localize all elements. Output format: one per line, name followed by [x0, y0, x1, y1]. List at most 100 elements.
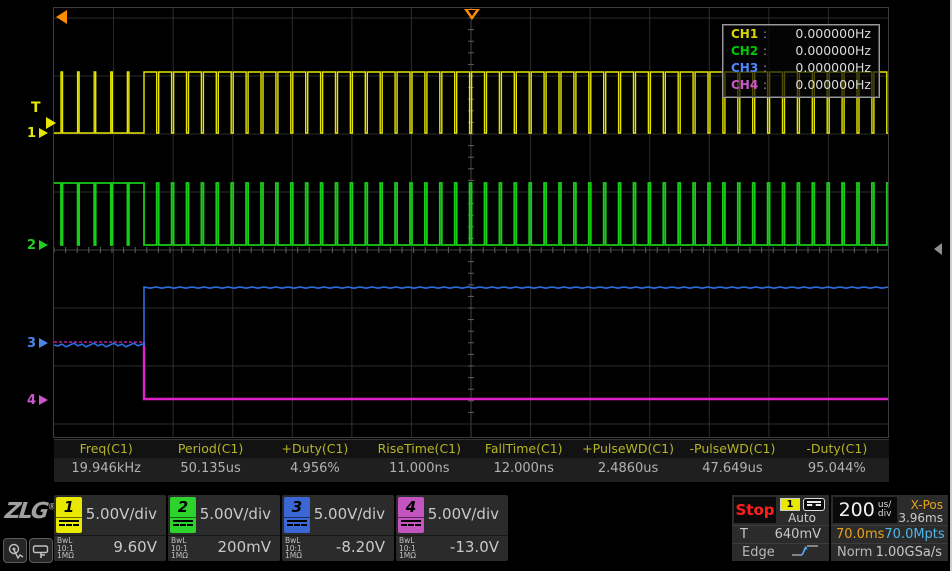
hand-on-pad-icon — [32, 542, 50, 560]
measurement-label-row: Freq(C1) Period(C1) +Duty(C1) RiseTime(C… — [54, 439, 889, 458]
channel-4-offset: -13.0V — [450, 538, 499, 556]
dc-coupling-icon — [284, 517, 310, 533]
arrow-right-icon — [39, 338, 48, 348]
xpos-label: X-Pos — [911, 498, 943, 512]
trigger-type-label: Edge — [742, 545, 775, 560]
channel-2-probe-info: BwL10:11MΩ — [171, 537, 188, 560]
timebase-scale-unit: us/div — [878, 501, 892, 519]
meter-ch1-value: 0.000000Hz — [795, 26, 871, 41]
oscilloscope-screen: T 1 2 3 4 CH1 : 0.000000Hz CH2 : 0.00000… — [0, 0, 952, 571]
measurement-value-falltime: 12.000ns — [472, 458, 576, 482]
xpos-value[interactable]: 3.96ms — [898, 511, 943, 525]
timebase-scale-box[interactable]: 200 us/div — [833, 497, 897, 523]
meter-ch2-value: 0.000000Hz — [795, 43, 871, 58]
meter-row-ch1: CH1 : 0.000000Hz — [723, 25, 879, 42]
meter-ch3-label: CH3 — [731, 61, 763, 75]
run-stop-indicator[interactable]: Stop — [734, 497, 776, 523]
timebase-panel[interactable]: 200 us/div X-Pos 3.96ms 70.0ms 70.0Mpts … — [831, 495, 948, 561]
channel-2-marker[interactable]: 2 — [27, 237, 48, 253]
measurement-slot-nduty[interactable]: -Duty(C1) — [785, 440, 889, 458]
channel-3-offset: -8.20V — [336, 538, 385, 556]
channel-3-scale: 5.00V/div — [314, 505, 385, 523]
measurement-slot-falltime[interactable]: FallTime(C1) — [472, 440, 576, 458]
trigger-type-row[interactable]: Edge — [732, 543, 829, 561]
channel-3-badge[interactable]: 3 — [284, 497, 310, 533]
meter-row-ch4: CH4 : 0.000000Hz — [723, 76, 879, 93]
measurement-value-ppulsewd: 2.4860us — [576, 458, 680, 482]
measurement-value-npulsewd: 47.649us — [680, 458, 784, 482]
trigger-mode[interactable]: Auto — [779, 511, 825, 525]
meter-ch4-label: CH4 — [731, 78, 763, 92]
channel-4-marker[interactable]: 4 — [27, 392, 48, 408]
channel-2-scale: 5.00V/div — [200, 505, 271, 523]
meter-row-ch2: CH2 : 0.000000Hz — [723, 42, 879, 59]
channel-1-number: 1 — [56, 497, 82, 517]
frequency-meter-box[interactable]: CH1 : 0.000000Hz CH2 : 0.000000Hz CH3 : … — [722, 24, 880, 98]
trigger-panel[interactable]: Stop 1 Auto T 640mV Edge — [732, 495, 829, 561]
channel-2-panel[interactable]: 2 5.00V/div BwL10:11MΩ 200mV — [168, 495, 280, 561]
channel-1-probe-info: BwL10:11MΩ — [57, 537, 74, 560]
trigger-level-value: 640mV — [775, 527, 821, 542]
measurement-slot-risetime[interactable]: RiseTime(C1) — [367, 440, 471, 458]
meter-ch1-label: CH1 — [731, 27, 763, 41]
dc-coupling-icon — [170, 517, 196, 533]
channel-3-panel[interactable]: 3 5.00V/div BwL10:11MΩ -8.20V — [282, 495, 394, 561]
channel-4-marker-label: 4 — [27, 393, 36, 408]
measurement-slot-npulsewd[interactable]: -PulseWD(C1) — [680, 440, 784, 458]
trigger-level-label: T — [31, 100, 41, 116]
brand-logo: ZLG® — [4, 499, 58, 524]
acquisition-row[interactable]: Norm 1.00GSa/s — [831, 543, 948, 561]
meter-separator: : — [763, 44, 767, 58]
measurement-value-pduty: 4.956% — [263, 458, 367, 482]
measurement-slot-ppulsewd[interactable]: +PulseWD(C1) — [576, 440, 680, 458]
measurement-slot-freq[interactable]: Freq(C1) — [54, 440, 158, 458]
channel-3-marker[interactable]: 3 — [27, 335, 48, 351]
channel-3-marker-label: 3 — [27, 336, 36, 351]
channel-4-panel[interactable]: 4 5.00V/div BwL10:11MΩ -13.0V — [396, 495, 508, 561]
meter-ch2-label: CH2 — [731, 44, 763, 58]
record-time: 70.0ms — [836, 527, 884, 542]
meter-separator: : — [763, 78, 767, 92]
trigger-coupling-icon[interactable] — [803, 498, 825, 511]
meter-separator: : — [763, 61, 767, 75]
measurement-slot-period[interactable]: Period(C1) — [158, 440, 262, 458]
trigger-position-marker[interactable] — [464, 9, 480, 20]
channel-4-number: 4 — [398, 497, 424, 517]
channel-1-marker[interactable]: 1 — [27, 125, 48, 141]
record-row[interactable]: 70.0ms 70.0Mpts — [831, 525, 948, 543]
channel-1-badge[interactable]: 1 — [56, 497, 82, 533]
channel-2-marker-label: 2 — [27, 238, 36, 253]
meter-ch3-value: 0.000000Hz — [795, 60, 871, 75]
record-points: 70.0Mpts — [884, 527, 944, 542]
trigger-corner-icon — [56, 10, 67, 24]
arrow-right-icon — [39, 128, 48, 138]
channel-3-probe-info: BwL10:11MΩ — [285, 537, 302, 560]
brand-name: ZLG — [4, 499, 49, 524]
channel-1-panel[interactable]: 1 5.00V/div BwL10:11MΩ 9.60V — [54, 495, 166, 561]
dc-coupling-icon — [398, 517, 424, 533]
side-menu-handle-icon[interactable] — [934, 243, 942, 255]
acquisition-mode: Norm — [837, 545, 872, 560]
edge-rising-icon — [791, 544, 819, 561]
timebase-scale-value: 200 — [839, 499, 875, 521]
touch-gesture-button[interactable] — [3, 538, 27, 563]
tap-icon — [6, 542, 24, 560]
measurement-slot-pduty[interactable]: +Duty(C1) — [263, 440, 367, 458]
trigger-source-badge[interactable]: 1 — [780, 498, 800, 511]
channel-2-badge[interactable]: 2 — [170, 497, 196, 533]
meter-ch4-value: 0.000000Hz — [795, 77, 871, 92]
touchpad-button[interactable] — [29, 538, 53, 563]
measurement-value-nduty: 95.044% — [785, 458, 889, 482]
trigger-level-row-label: T — [740, 527, 748, 542]
meter-separator: : — [763, 27, 767, 41]
channel-4-badge[interactable]: 4 — [398, 497, 424, 533]
channel-4-probe-info: BwL10:11MΩ — [399, 537, 416, 560]
trigger-level-row[interactable]: T 640mV — [732, 525, 829, 543]
measurement-value-risetime: 11.000ns — [367, 458, 471, 482]
dc-coupling-icon — [56, 517, 82, 533]
arrow-right-icon — [39, 395, 48, 405]
measurement-value-freq: 19.946kHz — [54, 458, 158, 482]
channel-3-number: 3 — [284, 497, 310, 517]
sample-rate: 1.00GSa/s — [876, 545, 942, 560]
channel-2-offset: 200mV — [217, 538, 271, 556]
